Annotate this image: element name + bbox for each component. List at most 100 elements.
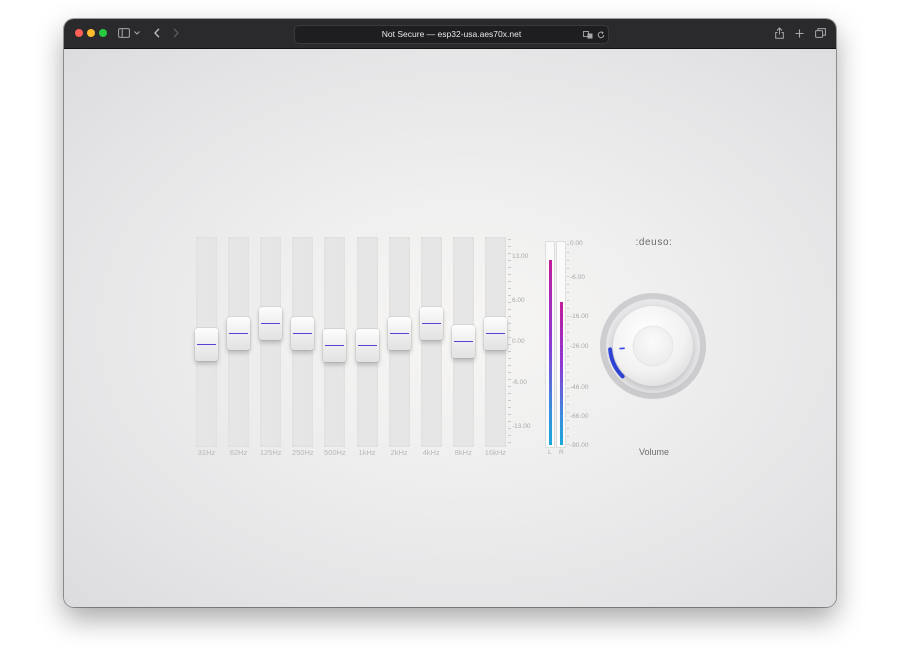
volume-knob[interactable] bbox=[594, 289, 714, 409]
eq-slider-16khz[interactable] bbox=[483, 316, 507, 350]
meter-level-r bbox=[559, 302, 563, 445]
eq-slider-2khz[interactable] bbox=[387, 316, 411, 350]
meter-scale-tick bbox=[567, 388, 569, 389]
eq-scale-tick bbox=[508, 302, 511, 303]
eq-scale-tick bbox=[508, 267, 511, 268]
eq-track-4khz[interactable] bbox=[420, 237, 442, 447]
eq-slider-8khz[interactable] bbox=[451, 325, 475, 358]
meter-scale-tick bbox=[567, 436, 569, 437]
reload-icon[interactable] bbox=[596, 26, 605, 43]
volume-label: Volume bbox=[638, 447, 670, 457]
eq-band-label: 62Hz bbox=[229, 448, 248, 457]
tabs-icon[interactable] bbox=[814, 25, 826, 41]
minimize-button[interactable] bbox=[87, 29, 95, 37]
eq-slider-31hz[interactable] bbox=[195, 328, 218, 362]
zoom-button[interactable] bbox=[99, 29, 107, 37]
eq-slider-4khz[interactable] bbox=[419, 306, 443, 340]
meter-scale-tick bbox=[567, 252, 569, 253]
eq-scale-tick bbox=[508, 295, 511, 296]
eq-scale-tick bbox=[508, 323, 511, 324]
meter-scale-tick bbox=[567, 444, 569, 445]
eq-scale-tick bbox=[508, 358, 511, 359]
meter-scale-tick bbox=[567, 364, 569, 365]
eq-scale-tick bbox=[508, 386, 511, 387]
eq-scale-tick bbox=[508, 239, 511, 240]
forward-icon[interactable] bbox=[171, 25, 181, 41]
eq-slider-125hz[interactable] bbox=[259, 306, 283, 340]
address-bar[interactable]: Not Secure — esp32-usa.aes70x.net bbox=[294, 25, 609, 44]
meter-scale-tick bbox=[567, 300, 569, 301]
eq-band-label: 8kHz bbox=[454, 448, 472, 457]
meter-scale-label: -16.00 bbox=[570, 313, 589, 320]
eq-band-label: 2kHz bbox=[390, 448, 408, 457]
eq-scale-label: -6.00 bbox=[512, 379, 527, 386]
eq-slider-62hz[interactable] bbox=[227, 316, 251, 350]
eq-scale-tick bbox=[508, 337, 511, 338]
browser-window: Not Secure — esp32-usa.aes70x.net 31Hz 62… bbox=[64, 19, 836, 607]
eq-scale-tick bbox=[508, 421, 511, 422]
eq-track-125hz[interactable] bbox=[260, 237, 282, 447]
translate-icon[interactable] bbox=[583, 26, 593, 43]
plus-icon[interactable] bbox=[793, 25, 805, 41]
eq-scale-label: -13.00 bbox=[512, 423, 531, 430]
meter-scale-tick bbox=[567, 316, 569, 317]
eq-scale-tick bbox=[508, 246, 511, 247]
close-button[interactable] bbox=[75, 29, 83, 37]
sidebar-icon[interactable] bbox=[117, 25, 131, 41]
eq-scale-tick bbox=[508, 351, 511, 352]
meter-scale-tick bbox=[567, 268, 569, 269]
meter-scale-tick bbox=[567, 324, 569, 325]
meter-scale-label: -66.00 bbox=[570, 413, 589, 420]
meter-channel-label: L bbox=[548, 449, 552, 456]
eq-slider-1khz[interactable] bbox=[355, 329, 379, 362]
meter-scale-tick bbox=[567, 412, 569, 413]
eq-scale-tick bbox=[508, 344, 511, 345]
eq-scale-tick bbox=[508, 274, 511, 275]
meter-scale-tick bbox=[567, 340, 569, 341]
meter-scale-tick bbox=[567, 292, 569, 293]
eq-scale-tick bbox=[508, 330, 511, 331]
eq-slider-250hz[interactable] bbox=[291, 316, 315, 350]
eq-scale-tick bbox=[508, 407, 511, 408]
deuso-logo: :deuso: bbox=[635, 237, 673, 248]
eq-scale-tick bbox=[508, 365, 511, 366]
meter-scale-tick bbox=[567, 276, 569, 277]
meter-scale-label: -46.00 bbox=[570, 384, 589, 391]
meter-channel-label: R bbox=[559, 449, 564, 456]
eq-slider-500hz[interactable] bbox=[323, 329, 347, 362]
meter-level-l bbox=[548, 260, 552, 445]
eq-scale-label: 13.00 bbox=[512, 253, 529, 260]
eq-scale-label: 6.00 bbox=[512, 297, 525, 304]
eq-scale-tick bbox=[508, 428, 511, 429]
eq-band-label: 31Hz bbox=[197, 448, 216, 457]
eq-band-label: 250Hz bbox=[291, 448, 314, 457]
eq-band-label: 1kHz bbox=[358, 448, 376, 457]
meter-scale-tick bbox=[567, 356, 569, 357]
meter-scale-label: -6.00 bbox=[570, 274, 585, 281]
eq-scale-tick bbox=[508, 400, 511, 401]
meter-scale-tick bbox=[567, 396, 569, 397]
eq-band-label: 16kHz bbox=[484, 448, 507, 457]
eq-scale-tick bbox=[508, 435, 511, 436]
share-icon[interactable] bbox=[773, 25, 785, 41]
eq-scale-label: 0.00 bbox=[512, 338, 525, 345]
eq-band-label: 4kHz bbox=[422, 448, 440, 457]
eq-scale-tick bbox=[508, 414, 511, 415]
eq-scale-tick bbox=[508, 309, 511, 310]
eq-scale-tick bbox=[508, 288, 511, 289]
meter-scale-tick bbox=[567, 380, 569, 381]
back-icon[interactable] bbox=[152, 25, 162, 41]
meter-scale-tick bbox=[567, 284, 569, 285]
meter-scale-label: 0.00 bbox=[570, 240, 583, 247]
volume-control bbox=[594, 289, 714, 409]
chevron-down-icon[interactable] bbox=[133, 25, 141, 41]
meter-scale-tick bbox=[567, 404, 569, 405]
meter-scale-tick bbox=[567, 332, 569, 333]
eq-scale-tick bbox=[508, 316, 511, 317]
meter-scale-tick bbox=[567, 260, 569, 261]
eq-scale-tick bbox=[508, 442, 511, 443]
meter-scale-tick bbox=[567, 348, 569, 349]
meter-scale-tick bbox=[567, 244, 569, 245]
title-bar: Not Secure — esp32-usa.aes70x.net bbox=[64, 19, 836, 49]
meter-scale-label: -90.00 bbox=[570, 442, 589, 449]
